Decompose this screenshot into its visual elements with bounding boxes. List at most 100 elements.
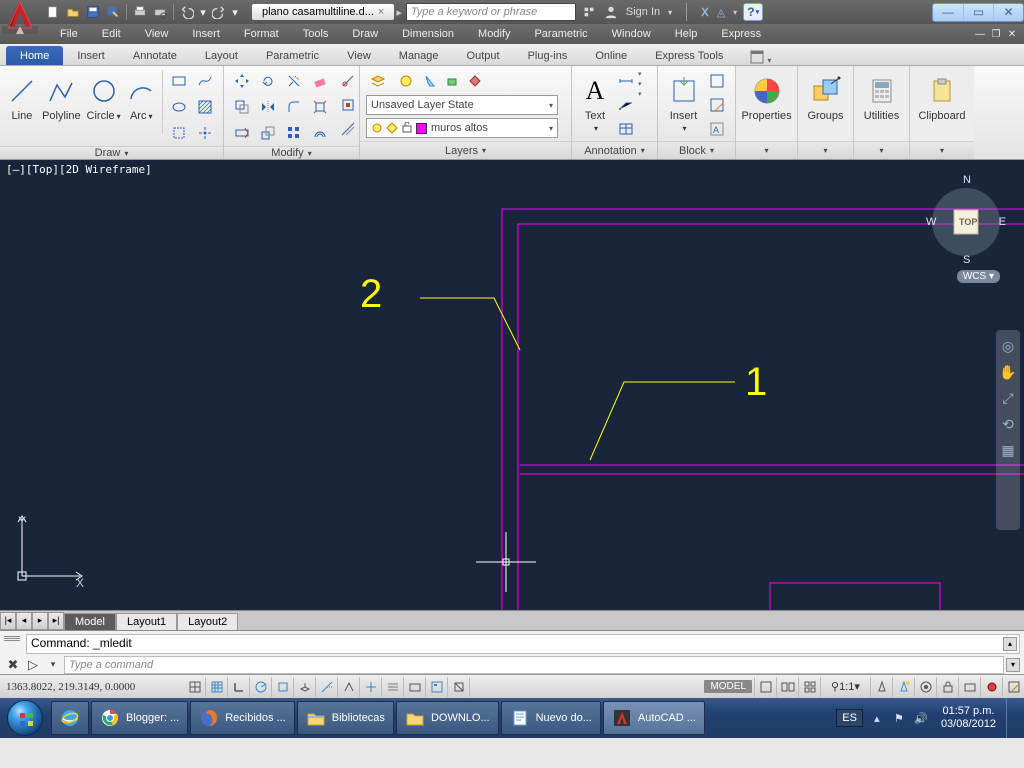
copy-icon[interactable] [230, 96, 254, 118]
qp-icon[interactable] [426, 677, 448, 697]
open-icon[interactable] [64, 3, 82, 21]
rectangle-icon[interactable] [167, 70, 191, 92]
ws-icon[interactable] [914, 677, 936, 697]
ribbon-panel-button[interactable] [749, 49, 765, 65]
hatch-icon[interactable] [193, 96, 217, 118]
leader-icon[interactable] [614, 94, 638, 116]
start-button[interactable] [0, 698, 50, 738]
layout-first[interactable]: |◂ [0, 612, 16, 630]
erase-icon[interactable] [308, 70, 332, 92]
quickview-icon[interactable] [776, 677, 798, 697]
coordinates[interactable]: 1363.8022, 219.3149, 0.0000 [0, 681, 184, 693]
maximize-button[interactable]: ▭ [963, 4, 993, 21]
tab-home[interactable]: Home [6, 46, 63, 65]
layer-tool-2[interactable] [417, 70, 441, 92]
taskbar-chrome[interactable]: Blogger: ... [91, 701, 188, 735]
cmd-tools-icon[interactable]: ✖ [4, 656, 22, 674]
layer-props-icon[interactable] [366, 70, 390, 92]
fullnav-icon[interactable]: ◎ [999, 338, 1017, 356]
wcs-label[interactable]: WCS ▾ [957, 270, 1000, 283]
tab-plugins[interactable]: Plug-ins [514, 46, 582, 65]
annovis-icon[interactable] [870, 677, 892, 697]
help-button[interactable]: ?▾ [743, 3, 763, 21]
clock[interactable]: 01:57 p.m.03/08/2012 [935, 705, 996, 731]
plot-preview-icon[interactable] [151, 3, 169, 21]
taskbar-ie[interactable] [51, 701, 89, 735]
point-icon[interactable] [193, 122, 217, 144]
isolate-icon[interactable] [980, 677, 1002, 697]
plot-icon[interactable] [131, 3, 149, 21]
menu-view[interactable]: View [133, 25, 181, 43]
lwt-icon[interactable] [382, 677, 404, 697]
menu-draw[interactable]: Draw [340, 25, 390, 43]
block-attr-icon[interactable]: A [705, 118, 729, 140]
menu-parametric[interactable]: Parametric [522, 25, 599, 43]
undo-icon[interactable] [178, 3, 196, 21]
osnap-icon[interactable] [272, 677, 294, 697]
polygon-icon[interactable] [167, 122, 191, 144]
mirror-icon[interactable] [256, 96, 280, 118]
saveas-icon[interactable] [104, 3, 122, 21]
tab-view[interactable]: View [333, 46, 385, 65]
save-icon[interactable] [84, 3, 102, 21]
menu-help[interactable]: Help [663, 25, 710, 43]
clipboard-button[interactable]: Clipboard [916, 70, 968, 122]
cmd-recent-icon[interactable]: ▾ [44, 656, 62, 674]
cleanscreen-icon[interactable] [1002, 677, 1024, 697]
modify-extra-2[interactable] [336, 94, 360, 116]
tab-output[interactable]: Output [453, 46, 514, 65]
pan-icon[interactable]: ✋ [999, 364, 1017, 382]
new-icon[interactable] [44, 3, 62, 21]
stretch-icon[interactable] [230, 122, 254, 144]
spline-icon[interactable] [193, 70, 217, 92]
zoom-extents-icon[interactable]: ⤢ [999, 390, 1017, 408]
layout-prev[interactable]: ◂ [16, 612, 32, 630]
tray-flag-icon[interactable]: ⚑ [891, 710, 907, 726]
annoscale-icon[interactable]: ⚲ 1:1 ▾ [820, 677, 870, 697]
cmd-prompt-icon[interactable]: ▷ [24, 656, 42, 674]
table-icon[interactable] [614, 118, 638, 140]
utilities-button[interactable]: Utilities [860, 70, 903, 122]
tab-model[interactable]: Model [64, 613, 116, 630]
tab-online[interactable]: Online [581, 46, 641, 65]
redo-dropdown[interactable]: ▾ [230, 3, 240, 21]
ribbon-minimize[interactable]: ▾ [767, 56, 771, 65]
dyn-icon[interactable] [360, 677, 382, 697]
explode-icon[interactable] [308, 96, 332, 118]
arc-button[interactable]: Arc▾ [124, 70, 158, 122]
tray-chevron[interactable]: ▴ [869, 710, 885, 726]
drawing-canvas[interactable]: [–][Top][2D Wireframe] 1 2 Y [0, 160, 1024, 610]
snap-icon[interactable] [184, 677, 206, 697]
ortho-icon[interactable] [228, 677, 250, 697]
layer-tool-4[interactable] [463, 70, 487, 92]
layer-tool-1[interactable] [394, 70, 418, 92]
layout-next[interactable]: ▸ [32, 612, 48, 630]
cloud-icon[interactable]: ◬ [717, 6, 725, 19]
taskbar-firefox[interactable]: Recibidos ... [190, 701, 295, 735]
document-tab[interactable]: plano casamultiline.d... × [252, 4, 394, 20]
layout-last[interactable]: ▸| [48, 612, 64, 630]
annoauto-icon[interactable] [892, 677, 914, 697]
tab-layout[interactable]: Layout [191, 46, 252, 65]
create-block-icon[interactable] [705, 70, 729, 92]
taskbar-autocad[interactable]: AutoCAD ... [603, 701, 705, 735]
tab-manage[interactable]: Manage [385, 46, 453, 65]
quickview2-icon[interactable] [798, 677, 820, 697]
modify-extra-3[interactable] [336, 118, 360, 140]
menu-modify[interactable]: Modify [466, 25, 522, 43]
menu-dimension[interactable]: Dimension [390, 25, 466, 43]
taskbar-explorer[interactable]: Bibliotecas [297, 701, 394, 735]
rotate-icon[interactable] [256, 70, 280, 92]
tab-annotate[interactable]: Annotate [119, 46, 191, 65]
line-button[interactable]: Line [6, 70, 38, 122]
modelspace-toggle[interactable]: MODEL [704, 680, 752, 693]
infocenter-search[interactable]: Type a keyword or phrase [406, 3, 576, 21]
polyline-button[interactable]: Polyline [40, 70, 83, 122]
otrack-icon[interactable] [316, 677, 338, 697]
menu-window[interactable]: Window [600, 25, 663, 43]
array-icon[interactable] [282, 122, 306, 144]
search-icon[interactable] [582, 5, 596, 19]
show-desktop[interactable] [1006, 698, 1018, 738]
doc-minimize[interactable]: — [972, 27, 988, 41]
toolbar-lock-icon[interactable] [936, 677, 958, 697]
